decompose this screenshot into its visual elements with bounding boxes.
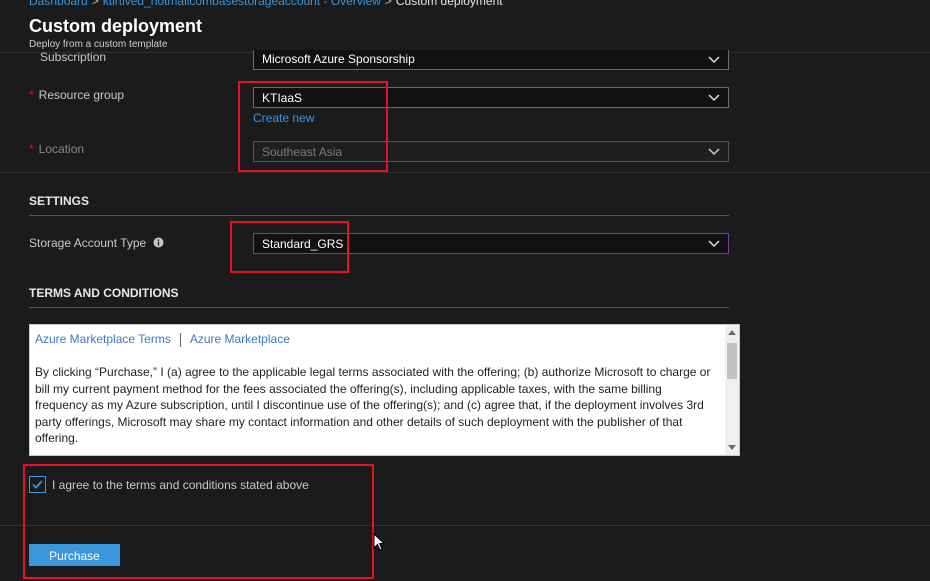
highlight-box-agree-purchase bbox=[23, 464, 374, 579]
location-label-text: Location bbox=[38, 142, 85, 156]
terms-tabs: Azure Marketplace Terms Azure Marketplace bbox=[35, 332, 290, 347]
scrollbar-thumb[interactable] bbox=[727, 343, 737, 379]
resource-group-label-text: Resource group bbox=[38, 88, 125, 102]
terms-scrollbar[interactable] bbox=[725, 325, 739, 455]
chevron-down-icon bbox=[708, 240, 720, 248]
terms-heading: TERMS AND CONDITIONS bbox=[29, 286, 179, 300]
page-subtitle: Deploy from a custom template bbox=[29, 39, 168, 50]
terms-text: By clicking “Purchase,” I (a) agree to t… bbox=[35, 365, 711, 445]
tab-divider bbox=[179, 332, 181, 347]
required-mark: * bbox=[29, 88, 34, 102]
highlight-box-storage-type bbox=[230, 221, 349, 273]
resource-group-label: * Resource group bbox=[29, 88, 124, 102]
breadcrumb: Dashboard > ktlrtived_hotmailcombasestorag… bbox=[29, 0, 503, 8]
scroll-up-icon[interactable] bbox=[728, 330, 736, 335]
required-mark: * bbox=[29, 142, 34, 156]
highlight-box-resource-location bbox=[238, 81, 388, 172]
breadcrumb-storage-overview[interactable]: ktlrtived_hotmailcombasestorageaccount -… bbox=[103, 0, 381, 8]
breadcrumb-current: Custom deployment bbox=[395, 0, 503, 8]
settings-heading: SETTINGS bbox=[29, 194, 90, 208]
info-icon[interactable] bbox=[153, 237, 164, 248]
storage-type-label: Storage Account Type bbox=[29, 236, 164, 250]
location-label: * Location bbox=[29, 142, 84, 156]
mouse-pointer-icon bbox=[373, 533, 385, 551]
settings-divider bbox=[29, 215, 729, 216]
terms-divider bbox=[29, 307, 729, 308]
chevron-down-icon bbox=[708, 148, 720, 156]
storage-type-label-text: Storage Account Type bbox=[29, 236, 147, 250]
subscription-value: Microsoft Azure Sponsorship bbox=[262, 52, 415, 66]
subscription-label: Subscription bbox=[40, 50, 107, 64]
chevron-down-icon bbox=[708, 94, 720, 102]
page-title: Custom deployment bbox=[29, 16, 203, 36]
tab-marketplace[interactable]: Azure Marketplace bbox=[190, 332, 290, 346]
subscription-dropdown[interactable]: Microsoft Azure Sponsorship bbox=[253, 50, 729, 70]
chevron-down-icon bbox=[708, 56, 720, 64]
breadcrumb-separator: > bbox=[384, 0, 392, 8]
terms-panel: Azure Marketplace Terms Azure Marketplace… bbox=[29, 324, 740, 456]
breadcrumb-separator: > bbox=[91, 0, 99, 8]
breadcrumb-dashboard[interactable]: Dashboard bbox=[29, 0, 88, 8]
tab-marketplace-terms[interactable]: Azure Marketplace Terms bbox=[35, 332, 171, 346]
section-divider bbox=[0, 172, 930, 173]
scroll-down-icon[interactable] bbox=[728, 445, 736, 450]
